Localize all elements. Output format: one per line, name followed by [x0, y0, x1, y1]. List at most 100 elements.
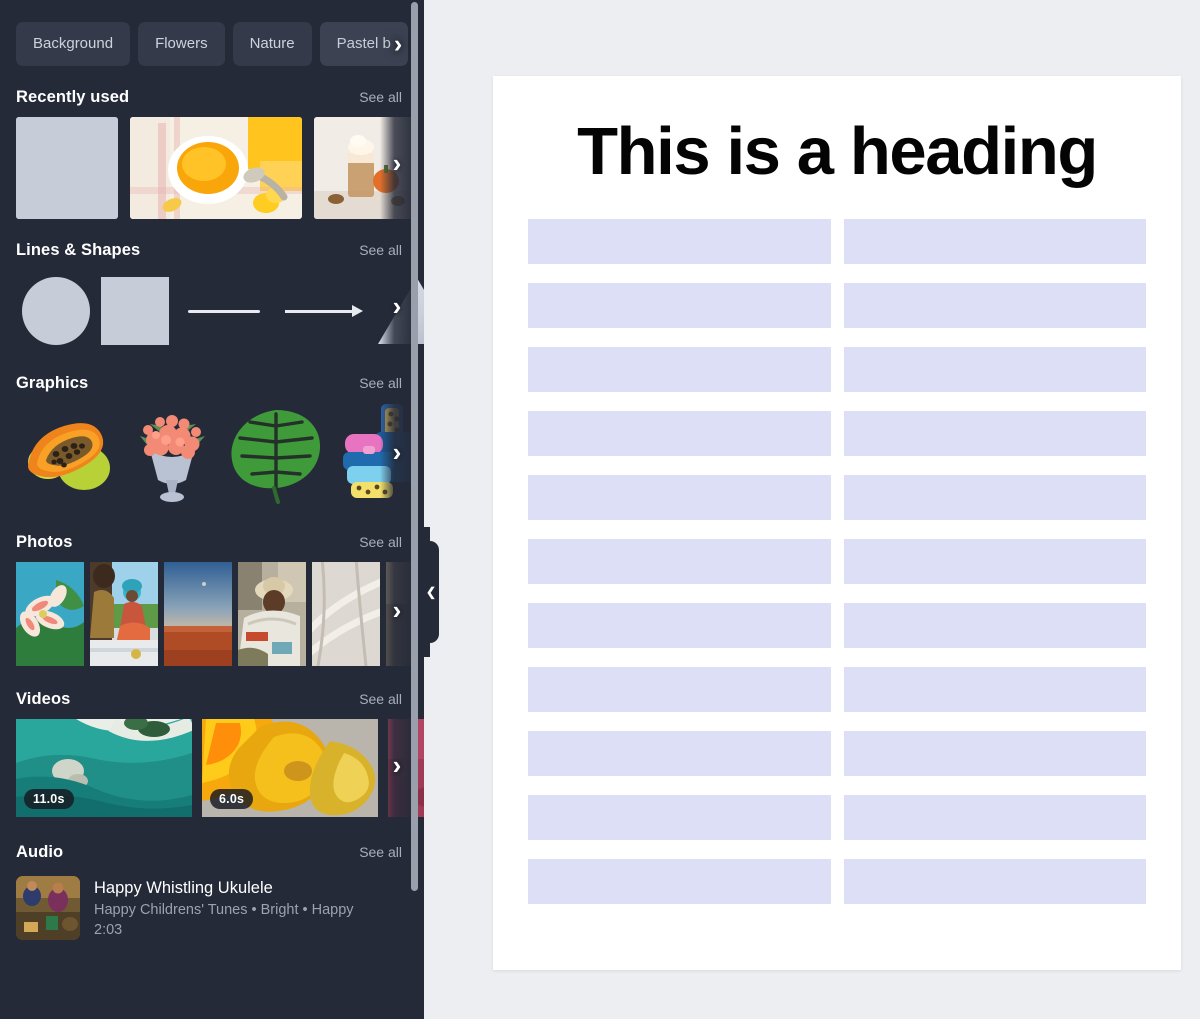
shape-line[interactable]	[174, 309, 274, 313]
editor-root: Background Flowers Nature Pastel b › Rec…	[0, 0, 1200, 1019]
section-header: Lines & Shapes See all	[0, 241, 424, 260]
audio-track-row[interactable]: Happy Whistling Ukulele Happy Childrens'…	[0, 862, 424, 941]
section-title-videos: Videos	[16, 690, 71, 708]
pumpkin-puree-thumbnail	[130, 117, 302, 219]
placeholder-box[interactable]	[843, 795, 1146, 841]
placeholder-box[interactable]	[528, 731, 831, 777]
photos-next-icon[interactable]: ›	[380, 552, 414, 668]
photos-carousel: ›	[0, 552, 424, 668]
placeholder-box[interactable]	[528, 283, 831, 329]
video-item-1[interactable]: 6.0s	[202, 719, 378, 817]
section-header: Recently used See all	[0, 88, 424, 107]
carousel-track	[0, 562, 424, 666]
photo-item-1[interactable]	[90, 562, 158, 666]
placeholder-box[interactable]	[843, 475, 1146, 521]
design-canvas-area[interactable]: This is a heading	[424, 0, 1200, 1019]
section-title-audio: Audio	[16, 843, 64, 861]
section-recently-used: Recently used See all ›	[0, 88, 424, 219]
carousel-track: 11.0s 6.0s	[0, 719, 424, 817]
papaya-icon	[28, 423, 110, 490]
sidebar-scroll-container[interactable]: Background Flowers Nature Pastel b › Rec…	[0, 0, 424, 1019]
placeholder-box[interactable]	[843, 219, 1146, 265]
picnic-photo-thumbnail	[90, 562, 158, 666]
recent-item-1[interactable]	[130, 117, 302, 219]
placeholder-box[interactable]	[843, 731, 1146, 777]
section-title-graphics: Graphics	[16, 374, 89, 392]
placeholder-box[interactable]	[528, 795, 831, 841]
chip-nature[interactable]: Nature	[232, 22, 312, 66]
recently-used-next-icon[interactable]: ›	[380, 107, 414, 219]
placeholder-box[interactable]	[528, 411, 831, 457]
shape-square[interactable]	[96, 277, 174, 345]
chip-flowers[interactable]: Flowers	[138, 22, 225, 66]
videos-carousel: 11.0s 6.0s ›	[0, 709, 424, 821]
design-page[interactable]: This is a heading	[493, 76, 1181, 970]
placeholder-box[interactable]	[843, 859, 1146, 905]
shadow-pattern-photo-thumbnail	[312, 562, 380, 666]
photo-item-3[interactable]	[238, 562, 306, 666]
section-title-recently-used: Recently used	[16, 88, 130, 106]
sidebar-scrollbar-thumb[interactable]	[411, 2, 418, 891]
video-item-0[interactable]: 11.0s	[16, 719, 192, 817]
placeholder-box[interactable]	[843, 603, 1146, 649]
placeholder-box[interactable]	[528, 859, 831, 905]
videos-next-icon[interactable]: ›	[380, 709, 414, 821]
placeholder-box[interactable]	[528, 603, 831, 649]
shape-circle[interactable]	[16, 277, 96, 345]
graphics-carousel: ›	[0, 393, 424, 511]
section-header: Photos See all	[0, 533, 424, 552]
recently-used-carousel: ›	[0, 107, 424, 219]
placeholder-box[interactable]	[528, 219, 831, 265]
audio-metadata: Happy Whistling Ukulele Happy Childrens'…	[94, 876, 354, 941]
placeholder-box[interactable]	[528, 539, 831, 585]
circle-icon	[22, 277, 90, 345]
placeholder-box[interactable]	[528, 667, 831, 713]
chips-next-icon[interactable]: ›	[386, 22, 410, 66]
graphic-item-papaya[interactable]	[16, 399, 120, 509]
section-title-lines-and-shapes: Lines & Shapes	[16, 241, 141, 259]
placeholder-box[interactable]	[843, 347, 1146, 393]
square-icon	[101, 277, 169, 345]
flower-bouquet-icon	[140, 415, 205, 502]
placeholder-box[interactable]	[843, 539, 1146, 585]
see-all-videos[interactable]: See all	[359, 691, 402, 707]
sidebar-scrollbar-track[interactable]	[411, 2, 418, 1017]
see-all-lines-and-shapes[interactable]: See all	[359, 242, 402, 258]
recent-item-0[interactable]	[16, 117, 118, 219]
chevron-left-icon: ❮	[425, 585, 437, 599]
video-duration-badge: 6.0s	[210, 789, 254, 809]
section-audio: Audio See all Happy Whistling Ukulele Ha…	[0, 843, 424, 941]
placeholder-box[interactable]	[843, 411, 1146, 457]
placeholder-box[interactable]	[843, 667, 1146, 713]
graphics-next-icon[interactable]: ›	[380, 393, 414, 511]
see-all-audio[interactable]: See all	[359, 844, 402, 860]
see-all-graphics[interactable]: See all	[359, 375, 402, 391]
placeholder-grid	[493, 189, 1181, 905]
see-all-recently-used[interactable]: See all	[359, 89, 402, 105]
graphic-item-monstera-leaf[interactable]	[224, 399, 328, 509]
graphic-item-flower-bouquet[interactable]	[120, 399, 224, 509]
woman-reading-photo-thumbnail	[238, 562, 306, 666]
shapes-next-icon[interactable]: ›	[380, 260, 414, 352]
shape-arrow[interactable]	[274, 305, 374, 317]
audio-subtitle: Happy Childrens' Tunes • Bright • Happy	[94, 902, 354, 919]
section-header: Graphics See all	[0, 374, 424, 393]
collapse-sidebar-button[interactable]: ❮	[418, 527, 439, 657]
desert-photo-thumbnail	[164, 562, 232, 666]
grey-placeholder-thumbnail	[16, 117, 118, 219]
placeholder-box[interactable]	[843, 283, 1146, 329]
page-heading[interactable]: This is a heading	[493, 76, 1181, 189]
audio-title: Happy Whistling Ukulele	[94, 879, 273, 897]
placeholder-box[interactable]	[528, 475, 831, 521]
photo-item-4[interactable]	[312, 562, 380, 666]
placeholder-box[interactable]	[528, 347, 831, 393]
photo-item-0[interactable]	[16, 562, 84, 666]
monstera-leaf-icon	[231, 410, 321, 504]
carousel-track	[0, 268, 424, 352]
arrow-icon	[285, 305, 363, 317]
chip-background[interactable]: Background	[16, 22, 131, 66]
section-header: Videos See all	[0, 690, 424, 709]
photo-item-2[interactable]	[164, 562, 232, 666]
see-all-photos[interactable]: See all	[359, 534, 402, 550]
audio-thumbnail	[16, 876, 80, 940]
